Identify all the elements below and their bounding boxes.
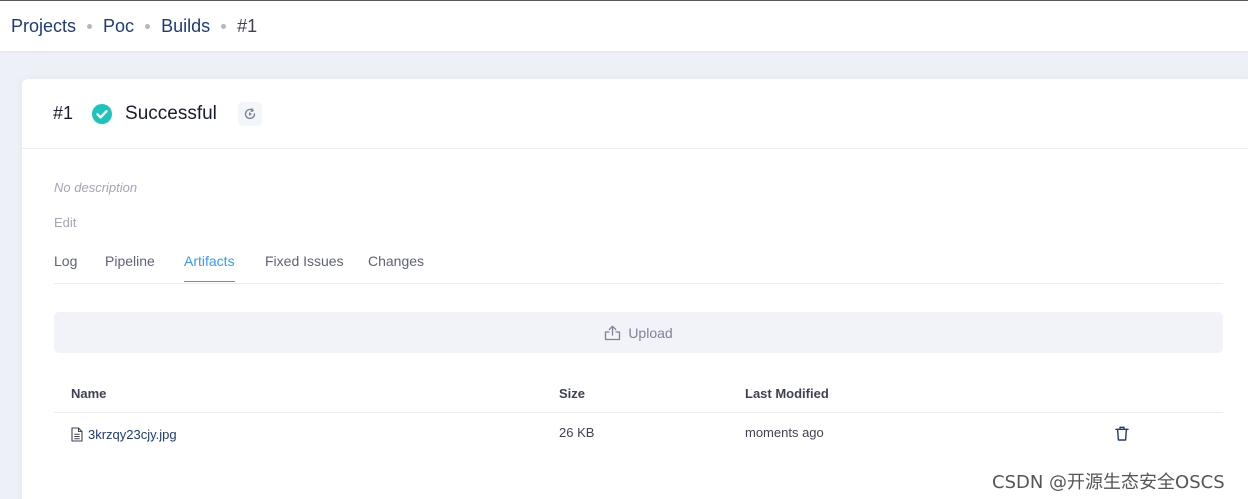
tab-artifacts[interactable]: Artifacts xyxy=(184,253,235,282)
column-name: Name xyxy=(71,386,107,401)
artifact-file-link[interactable]: 3krzqy23cjy.jpg xyxy=(70,427,177,442)
trash-icon xyxy=(1115,426,1129,441)
build-card: #1 Successful No description Edit Log Pi… xyxy=(22,79,1248,499)
build-number: #1 xyxy=(53,103,74,123)
build-description: No description xyxy=(54,180,138,195)
file-icon xyxy=(71,427,83,442)
table-row: 3krzqy23cjy.jpg 26 KB moments ago xyxy=(54,413,1223,457)
edit-description-link[interactable]: Edit xyxy=(54,215,76,230)
tab-pipeline[interactable]: Pipeline xyxy=(105,253,155,281)
rebuild-icon xyxy=(244,107,256,119)
watermark: CSDN @开源生态安全OSCS xyxy=(992,472,1225,493)
breadcrumb-current: #1 xyxy=(237,15,258,36)
artifacts-table-header: Name Size Last Modified xyxy=(54,376,1223,413)
breadcrumb-projects[interactable]: Projects xyxy=(11,16,76,37)
upload-button[interactable]: Upload xyxy=(54,312,1223,353)
top-bar: Projects Poc Builds #1 xyxy=(0,0,1248,51)
breadcrumb-builds[interactable]: Builds xyxy=(161,16,210,37)
rebuild-button[interactable] xyxy=(237,101,262,126)
build-tabs: Log Pipeline Artifacts Fixed Issues Chan… xyxy=(54,243,1223,284)
artifact-name: 3krzqy23cjy.jpg xyxy=(88,427,177,442)
upload-label: Upload xyxy=(628,324,673,341)
tab-fixed-issues[interactable]: Fixed Issues xyxy=(265,253,344,281)
column-last-modified: Last Modified xyxy=(745,386,829,401)
tab-log[interactable]: Log xyxy=(54,253,77,281)
breadcrumb-poc[interactable]: Poc xyxy=(103,16,134,37)
delete-artifact-button[interactable] xyxy=(1115,426,1129,446)
artifact-modified: moments ago xyxy=(745,425,824,440)
breadcrumb-separator xyxy=(145,23,151,29)
breadcrumb-separator xyxy=(221,23,227,29)
artifact-size: 26 KB xyxy=(559,425,595,440)
breadcrumb-separator xyxy=(87,23,93,29)
upload-icon xyxy=(605,325,621,341)
check-circle-icon xyxy=(92,103,113,124)
build-header: #1 Successful xyxy=(22,79,1248,149)
build-status: Successful xyxy=(125,102,217,124)
column-size: Size xyxy=(559,386,586,401)
tab-changes[interactable]: Changes xyxy=(368,253,424,281)
